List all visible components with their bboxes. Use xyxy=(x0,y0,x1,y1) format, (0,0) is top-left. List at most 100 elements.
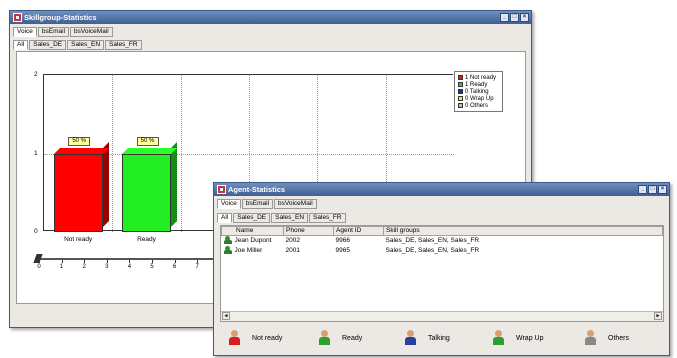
tab-all[interactable]: All xyxy=(217,213,233,223)
slider-tick-mark xyxy=(39,260,40,263)
minimize-button[interactable]: _ xyxy=(638,185,647,194)
slider-tick-label: 6 xyxy=(172,264,177,270)
bar-value-label: 50 % xyxy=(68,136,91,146)
agent-phone: 2001 xyxy=(285,247,300,254)
legend-item-wrap-up: 0 Wrap Up xyxy=(458,95,499,102)
tab-voice[interactable]: Voice xyxy=(13,27,37,37)
status-others: Others xyxy=(584,330,629,346)
slider-tick-mark xyxy=(174,260,176,263)
slider-tick-label: 0 xyxy=(37,264,41,270)
agent-talking-icon xyxy=(404,330,418,346)
agent-name-cell: Joe Miller xyxy=(222,246,284,256)
tab-sales-en[interactable]: Sales_EN xyxy=(271,213,309,223)
legend-swatch xyxy=(458,103,463,108)
legend-swatch xyxy=(458,89,463,94)
chart-bar xyxy=(122,141,177,232)
legend-swatch xyxy=(458,96,463,101)
channel-tabs: Voice bsEmail bsVoiceMail xyxy=(217,199,318,209)
table-header-row: Name Phone Agent ID Skill groups xyxy=(221,226,663,236)
slider-track xyxy=(35,258,235,260)
agent-skill-groups: Sales_DE, Sales_EN, Sales_FR xyxy=(385,237,480,244)
status-not-ready: Not ready xyxy=(228,330,282,346)
maximize-button[interactable]: □ xyxy=(648,185,657,194)
slider-tick-mark xyxy=(61,260,63,263)
status-wrap-up: Wrap Up xyxy=(492,330,544,346)
horizontal-scrollbar[interactable]: ◄ ► xyxy=(221,311,663,321)
y-tick-label: 2 xyxy=(34,71,38,78)
skillgroup-tabs: All Sales_DE Sales_EN Sales_FR xyxy=(217,213,347,223)
agent-window-titlebar[interactable]: Agent-Statistics _ □ × xyxy=(214,183,669,196)
column-header-skill-groups[interactable]: Skill groups xyxy=(383,226,663,236)
tab-sales-fr[interactable]: Sales_FR xyxy=(309,213,346,223)
time-slider[interactable]: 0 1 2 3 4 5 6 7 xyxy=(33,252,235,276)
tab-sales-fr[interactable]: Sales_FR xyxy=(105,40,142,50)
tab-voice[interactable]: Voice xyxy=(217,199,241,209)
chart-bar-front xyxy=(122,153,171,232)
legend-item-others: 0 Others xyxy=(458,102,499,109)
status-label: Others xyxy=(608,334,630,342)
agent-skill-groups: Sales_DE, Sales_EN, Sales_FR xyxy=(385,247,480,254)
app-icon xyxy=(217,185,226,194)
status-label: Not ready xyxy=(252,334,283,342)
slider-tick-mark xyxy=(152,260,153,263)
legend-item-talking: 0 Talking xyxy=(458,88,499,95)
tab-sales-en[interactable]: Sales_EN xyxy=(67,40,105,50)
legend-swatch xyxy=(458,82,463,87)
slider-tick-mark xyxy=(106,260,108,263)
table-row[interactable]: Joe Miller 2001 9965 Sales_DE, Sales_EN,… xyxy=(222,246,663,256)
skillgroup-tabs: All Sales_DE Sales_EN Sales_FR xyxy=(13,40,143,50)
legend-label: 1 Not ready xyxy=(465,74,497,81)
legend-swatch xyxy=(458,75,463,80)
slider-tick-label: 5 xyxy=(150,264,154,270)
agent-not-ready-icon xyxy=(228,330,242,346)
chart-legend: 1 Not ready 1 Ready 0 Talking 0 Wrap Up … xyxy=(454,71,503,112)
header-label: Name xyxy=(236,227,254,234)
x-category-label: Ready xyxy=(137,236,156,243)
chart-bar-side xyxy=(171,141,177,226)
skillgroup-window-titlebar[interactable]: Skillgroup-Statistics _ □ × xyxy=(10,11,531,24)
tab-sales-de[interactable]: Sales_DE xyxy=(233,213,271,223)
chart-bar-side xyxy=(102,141,109,226)
slider-tick-mark xyxy=(84,260,86,263)
legend-label: 0 Talking xyxy=(465,88,489,95)
legend-item-ready: 1 Ready xyxy=(458,81,499,88)
chart-bar-front xyxy=(53,153,103,232)
window-title: Skillgroup-Statistics xyxy=(24,13,97,22)
tab-all[interactable]: All xyxy=(13,40,29,50)
agent-id: 9966 xyxy=(335,237,350,244)
agent-name: Joe Miller xyxy=(234,247,263,254)
agent-phone: 2002 xyxy=(285,237,300,244)
status-label: Talking xyxy=(428,334,450,342)
slider-tick-label: 7 xyxy=(195,264,199,270)
slider-tick-mark xyxy=(197,260,199,263)
agent-table: Name Phone Agent ID Skill groups Jean Du… xyxy=(221,226,663,256)
window-title: Agent-Statistics xyxy=(228,185,286,194)
close-button[interactable]: × xyxy=(658,185,667,194)
bar-value-label: 50 % xyxy=(136,136,159,146)
tab-bsemail[interactable]: bsEmail xyxy=(37,27,70,37)
tab-bsvoicemail[interactable]: bsVoiceMail xyxy=(274,199,317,209)
scroll-left-button[interactable]: ◄ xyxy=(222,312,230,320)
table-row[interactable]: Jean Dupont 2002 9966 Sales_DE, Sales_EN… xyxy=(222,236,663,247)
column-header-phone[interactable]: Phone xyxy=(283,226,334,236)
chart-bar xyxy=(53,141,109,232)
slider-tick-label: 1 xyxy=(59,264,64,270)
scroll-right-button[interactable]: ► xyxy=(654,312,662,320)
status-label: Wrap Up xyxy=(516,334,544,342)
x-category-label: Not ready xyxy=(64,236,93,243)
tab-bsvoicemail[interactable]: bsVoiceMail xyxy=(70,27,113,37)
agent-table-panel: Name Phone Agent ID Skill groups Jean Du… xyxy=(220,225,664,322)
tab-bsemail[interactable]: bsEmail xyxy=(241,199,274,209)
column-header-agent-id[interactable]: Agent ID xyxy=(333,226,384,236)
maximize-button[interactable]: □ xyxy=(510,13,519,22)
agent-ready-icon xyxy=(223,246,233,255)
minimize-button[interactable]: _ xyxy=(500,13,509,22)
close-button[interactable]: × xyxy=(520,13,529,22)
agent-statistics-window: Agent-Statistics _ □ × Voice bsEmail bsV… xyxy=(213,182,670,356)
chart-bar-top xyxy=(122,147,177,154)
legend-label: 0 Others xyxy=(465,102,489,109)
column-header-name[interactable]: Name xyxy=(221,226,284,236)
tab-sales-de[interactable]: Sales_DE xyxy=(29,40,67,50)
legend-label: 0 Wrap Up xyxy=(465,95,494,102)
agent-name: Jean Dupont xyxy=(234,237,272,244)
